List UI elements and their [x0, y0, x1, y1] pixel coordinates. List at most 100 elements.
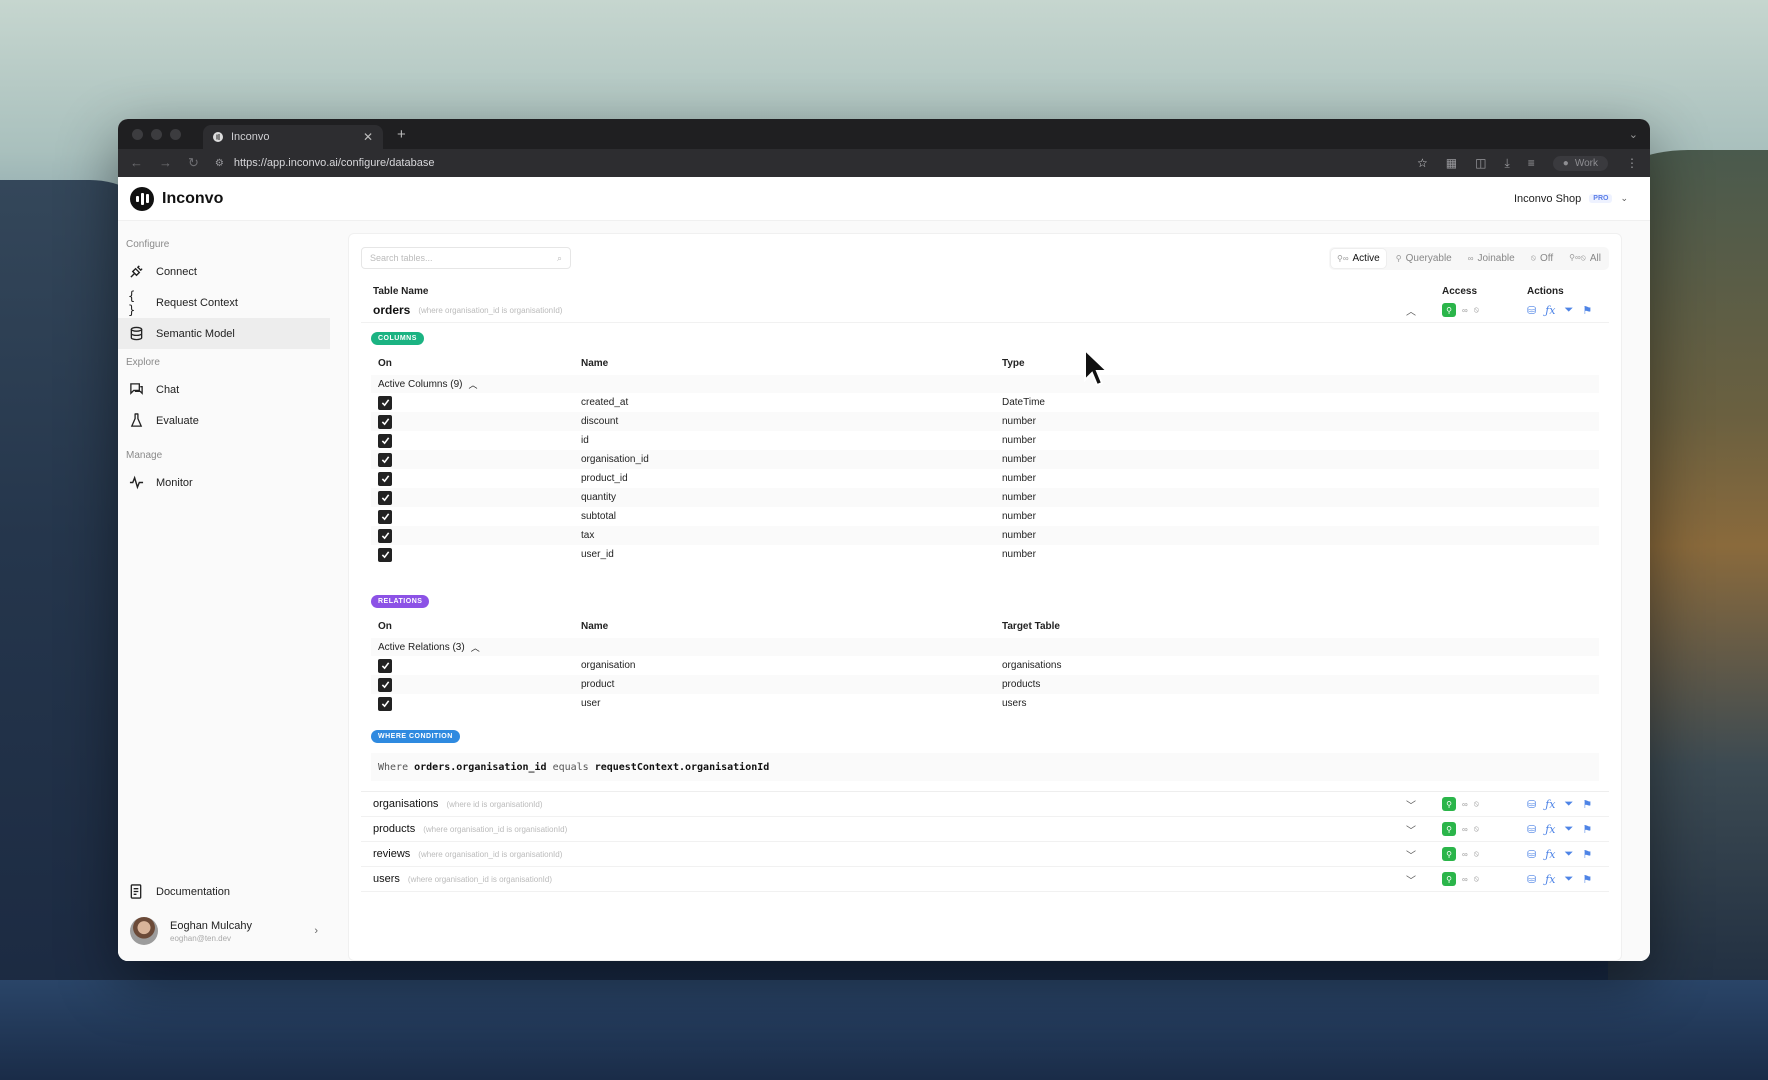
checkbox-checked-icon[interactable] [378, 547, 392, 562]
column-type: number [1002, 492, 1036, 503]
forward-icon[interactable]: → [159, 155, 172, 171]
database-action-icon[interactable]: ⛁ [1527, 873, 1536, 886]
database-action-icon[interactable]: ⛁ [1527, 823, 1536, 836]
flag-action-icon[interactable]: ⚑ [1582, 848, 1592, 861]
checkbox-checked-icon[interactable] [378, 528, 392, 543]
filter-action-icon[interactable]: ⏷ [1565, 304, 1574, 317]
puzzle-icon[interactable]: ◫ [1475, 156, 1486, 170]
reload-icon[interactable]: ↻ [188, 155, 199, 171]
joinable-toggle-icon[interactable]: ∞ [1462, 850, 1468, 859]
filter-action-icon[interactable]: ⏷ [1565, 873, 1574, 886]
flag-action-icon[interactable]: ⚑ [1582, 304, 1592, 317]
off-toggle-icon[interactable]: ⦸ [1474, 799, 1479, 809]
back-icon[interactable]: ← [130, 155, 143, 171]
new-tab-button[interactable]: + [397, 126, 406, 143]
chevron-down-icon[interactable]: ﹀ [1406, 847, 1420, 862]
table-row-organisations[interactable]: organisations (where id is organisationI… [361, 792, 1609, 817]
function-action-icon[interactable]: ƒx [1545, 798, 1555, 811]
checkbox-checked-icon[interactable] [378, 677, 392, 692]
user-menu[interactable]: Eoghan Mulcahy eoghan@ten.dev › [118, 907, 330, 961]
checkbox-checked-icon[interactable] [378, 696, 392, 711]
checkbox-checked-icon[interactable] [378, 452, 392, 467]
sidebar-item-label: Monitor [156, 476, 193, 489]
sidebar-item-evaluate[interactable]: Evaluate [118, 405, 330, 436]
table-row-products[interactable]: products (where organisation_id is organ… [361, 817, 1609, 842]
search-placeholder: Search tables... [370, 253, 433, 263]
filter-action-icon[interactable]: ⏷ [1565, 798, 1574, 811]
sidebar-item-semantic-model[interactable]: Semantic Model [118, 318, 330, 349]
filter-action-icon[interactable]: ⏷ [1565, 848, 1574, 861]
filter-queryable[interactable]: ⚲ Queryable [1390, 249, 1458, 268]
active-columns-toggle[interactable]: Active Columns (9) ︿ [371, 375, 1599, 393]
browser-tab[interactable]: Inconvo ✕ [203, 125, 383, 149]
sidebar-item-request-context[interactable]: { } Request Context [118, 287, 330, 318]
queryable-toggle-icon[interactable]: ⚲ [1442, 303, 1456, 317]
tab-close-icon[interactable]: ✕ [363, 130, 373, 144]
queryable-toggle-icon[interactable]: ⚲ [1442, 797, 1456, 811]
function-action-icon[interactable]: ƒx [1545, 848, 1555, 861]
table-condition: (where organisation_id is organisationId… [423, 824, 568, 834]
search-input[interactable]: Search tables... ⌕ [361, 247, 571, 269]
filter-active[interactable]: ⚲∞ Active [1330, 248, 1386, 268]
database-action-icon[interactable]: ⛁ [1527, 848, 1536, 861]
function-action-icon[interactable]: ƒx [1545, 873, 1555, 886]
browser-menu-icon[interactable]: ⋮ [1626, 156, 1638, 170]
joinable-toggle-icon[interactable]: ∞ [1462, 875, 1468, 884]
queryable-toggle-icon[interactable]: ⚲ [1442, 822, 1456, 836]
checkbox-checked-icon[interactable] [378, 471, 392, 486]
sidebar-item-monitor[interactable]: Monitor [118, 467, 330, 498]
extension-icon[interactable]: ▦ [1446, 156, 1457, 170]
profile-chip[interactable]: ● Work [1552, 155, 1608, 171]
function-action-icon[interactable]: ƒx [1545, 823, 1555, 836]
close-window-button[interactable] [132, 128, 143, 140]
download-icon[interactable]: ⤓ [1504, 156, 1509, 171]
maximize-window-button[interactable] [170, 128, 181, 140]
checkbox-checked-icon[interactable] [378, 433, 392, 448]
joinable-toggle-icon[interactable]: ∞ [1462, 800, 1468, 809]
background-water [0, 980, 1768, 1080]
database-action-icon[interactable]: ⛁ [1527, 304, 1536, 317]
flag-action-icon[interactable]: ⚑ [1582, 873, 1592, 886]
checkbox-checked-icon[interactable] [378, 395, 392, 410]
flag-action-icon[interactable]: ⚑ [1582, 823, 1592, 836]
off-toggle-icon[interactable]: ⦸ [1474, 849, 1479, 859]
org-switcher[interactable]: Inconvo Shop PRO ⌄ [1514, 193, 1628, 205]
off-toggle-icon[interactable]: ⦸ [1474, 874, 1479, 884]
joinable-toggle-icon[interactable]: ∞ [1462, 825, 1468, 834]
filter-off[interactable]: ⦸ Off [1525, 249, 1559, 268]
sidebar-item-chat[interactable]: Chat [118, 374, 330, 405]
filter-joinable[interactable]: ∞ Joinable [1462, 249, 1521, 268]
active-relations-toggle[interactable]: Active Relations (3) ︿ [371, 638, 1599, 656]
flag-action-icon[interactable]: ⚑ [1582, 798, 1592, 811]
table-row-users[interactable]: users (where organisation_id is organisa… [361, 867, 1609, 892]
function-action-icon[interactable]: ƒx [1545, 304, 1555, 317]
off-toggle-icon[interactable]: ⦸ [1474, 305, 1479, 315]
sidebar-item-connect[interactable]: Connect [118, 256, 330, 287]
sidebar-item-documentation[interactable]: Documentation [118, 876, 330, 907]
chevron-down-icon[interactable]: ﹀ [1406, 872, 1420, 887]
bookmark-star-icon[interactable]: ☆ [1417, 156, 1428, 170]
media-icon[interactable]: ≡ [1528, 156, 1535, 170]
minimize-window-button[interactable] [151, 128, 162, 140]
queryable-toggle-icon[interactable]: ⚲ [1442, 847, 1456, 861]
url-bar[interactable]: ⚙ https://app.inconvo.ai/configure/datab… [214, 152, 1402, 174]
chevron-down-icon[interactable]: ﹀ [1406, 822, 1420, 837]
checkbox-checked-icon[interactable] [378, 490, 392, 505]
chevron-up-icon[interactable]: ︿ [1406, 303, 1420, 318]
database-action-icon[interactable]: ⛁ [1527, 798, 1536, 811]
queryable-toggle-icon[interactable]: ⚲ [1442, 872, 1456, 886]
where-condition[interactable]: Where orders.organisation_id equals requ… [371, 753, 1599, 781]
tab-list-chevron-icon[interactable]: ⌄ [1629, 128, 1638, 141]
app-logo[interactable]: Inconvo [130, 186, 223, 211]
filter-all[interactable]: ⚲∞⦸ All [1563, 249, 1607, 268]
off-toggle-icon[interactable]: ⦸ [1474, 824, 1479, 834]
checkbox-checked-icon[interactable] [378, 658, 392, 673]
joinable-toggle-icon[interactable]: ∞ [1462, 306, 1468, 315]
checkbox-checked-icon[interactable] [378, 509, 392, 524]
table-row-orders[interactable]: orders (where organisation_id is organis… [361, 298, 1609, 323]
checkbox-checked-icon[interactable] [378, 414, 392, 429]
table-row-reviews[interactable]: reviews (where organisation_id is organi… [361, 842, 1609, 867]
filter-action-icon[interactable]: ⏷ [1565, 823, 1574, 836]
site-settings-icon[interactable]: ⚙ [215, 158, 224, 169]
chevron-down-icon[interactable]: ﹀ [1406, 797, 1420, 812]
